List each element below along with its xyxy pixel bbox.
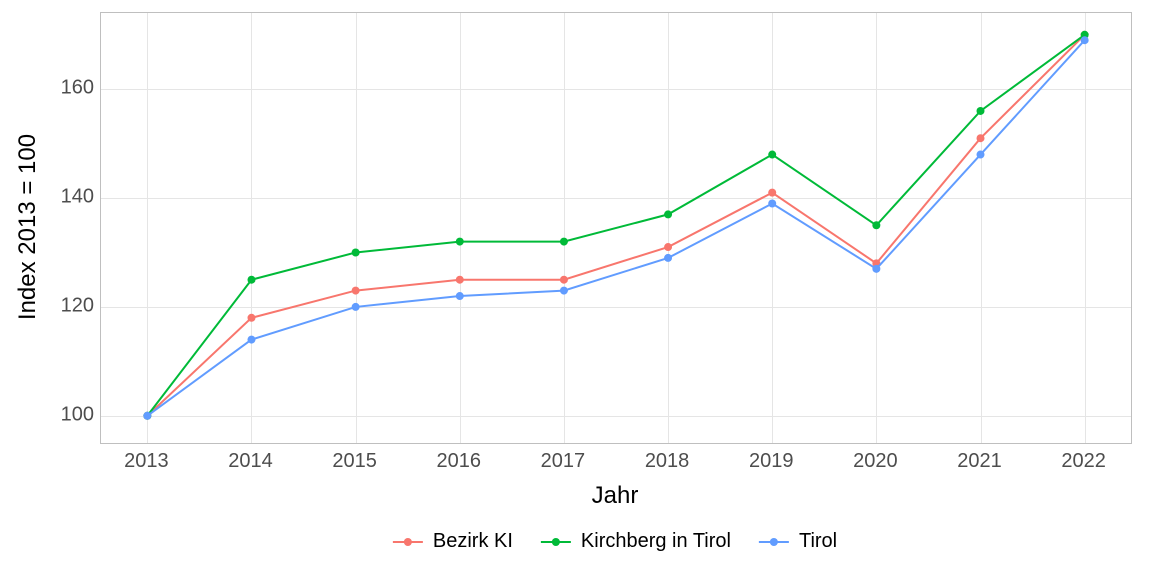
series-point xyxy=(977,151,985,159)
x-tick-label: 2020 xyxy=(853,450,898,473)
plot-area xyxy=(100,12,1132,444)
series-point xyxy=(1081,36,1089,44)
legend-key-icon xyxy=(541,532,571,552)
legend-key-icon xyxy=(393,532,423,552)
x-tick-label: 2019 xyxy=(749,450,794,473)
x-tick-label: 2014 xyxy=(228,450,273,473)
series-point xyxy=(247,276,255,284)
series-point xyxy=(247,314,255,322)
legend-item: Kirchberg in Tirol xyxy=(541,530,731,553)
series-layer xyxy=(101,13,1131,443)
legend-label: Kirchberg in Tirol xyxy=(581,530,731,553)
series-point xyxy=(664,243,672,251)
series-point xyxy=(872,265,880,273)
series-point xyxy=(768,189,776,197)
legend-item: Tirol xyxy=(759,530,837,553)
series-point xyxy=(352,303,360,311)
series-point xyxy=(977,107,985,115)
series-point xyxy=(768,200,776,208)
legend-key-icon xyxy=(759,532,789,552)
x-tick-label: 2016 xyxy=(437,450,482,473)
series-point xyxy=(560,287,568,295)
x-tick-label: 2017 xyxy=(541,450,586,473)
series-point xyxy=(143,412,151,420)
y-tick-label: 100 xyxy=(50,403,94,426)
series-point xyxy=(456,276,464,284)
legend-item: Bezirk KI xyxy=(393,530,513,553)
x-tick-label: 2013 xyxy=(124,450,169,473)
series-line xyxy=(147,35,1084,416)
y-tick-label: 120 xyxy=(50,294,94,317)
series-point xyxy=(560,276,568,284)
series-point xyxy=(768,151,776,159)
line-chart: Index 2013 = 100 Jahr Bezirk KI Kirchberg… xyxy=(0,0,1152,576)
legend-label: Bezirk KI xyxy=(433,530,513,553)
series-point xyxy=(352,287,360,295)
series-point xyxy=(352,248,360,256)
series-point xyxy=(247,336,255,344)
x-tick-label: 2021 xyxy=(957,450,1002,473)
y-axis-title: Index 2013 = 100 xyxy=(14,134,42,320)
x-tick-label: 2018 xyxy=(645,450,690,473)
series-point xyxy=(456,292,464,300)
series-point xyxy=(664,210,672,218)
x-tick-label: 2022 xyxy=(1061,450,1106,473)
series-point xyxy=(664,254,672,262)
y-tick-label: 160 xyxy=(50,77,94,100)
y-tick-label: 140 xyxy=(50,186,94,209)
x-axis-title: Jahr xyxy=(592,482,639,510)
series-point xyxy=(977,134,985,142)
series-line xyxy=(147,35,1084,416)
legend: Bezirk KI Kirchberg in Tirol Tirol xyxy=(393,530,837,553)
x-tick-label: 2015 xyxy=(332,450,377,473)
series-point xyxy=(560,238,568,246)
legend-label: Tirol xyxy=(799,530,837,553)
series-point xyxy=(456,238,464,246)
series-point xyxy=(872,221,880,229)
